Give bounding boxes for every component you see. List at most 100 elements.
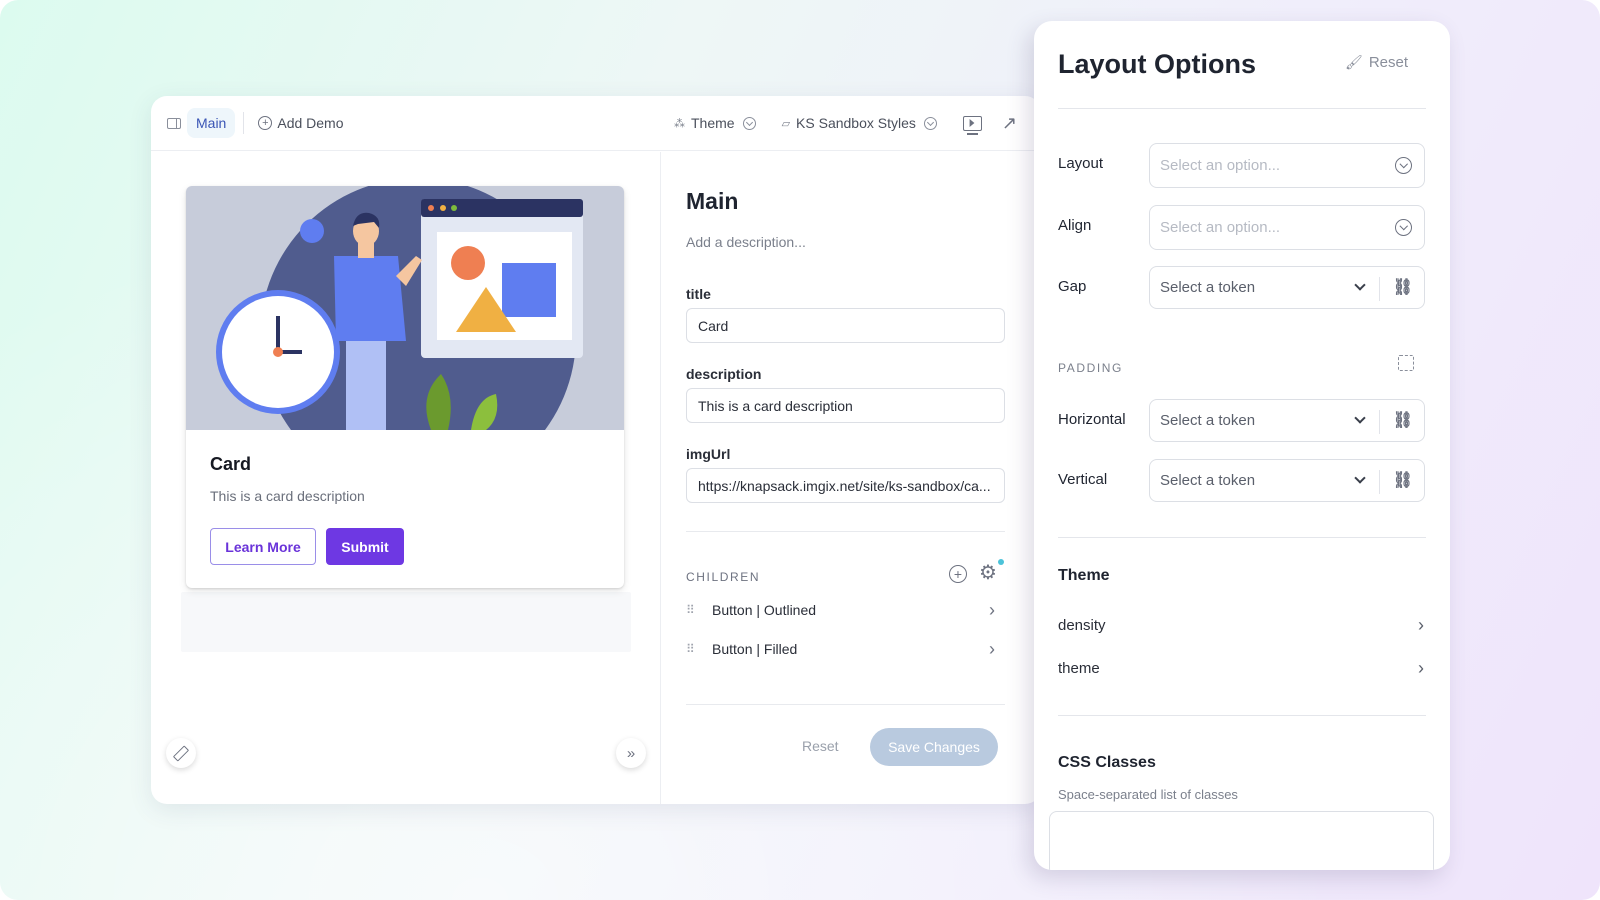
horizontal-value: Select a token (1160, 412, 1256, 429)
css-classes-input[interactable] (1049, 811, 1434, 870)
properties-title: Main (686, 188, 739, 214)
gap-value: Select a token (1160, 279, 1256, 296)
divider (1379, 277, 1380, 301)
divider (1058, 537, 1426, 538)
card-shadow-area (181, 592, 631, 652)
vertical-value: Select a token (1160, 472, 1256, 489)
tab-main[interactable]: Main (187, 108, 236, 138)
row-label: theme (1058, 660, 1100, 677)
theme-section-header: Theme (1058, 567, 1110, 584)
preview-canvas: Card This is a card description Learn Mo… (151, 152, 661, 804)
chevron-right-icon: › (989, 638, 995, 659)
divider (1379, 410, 1380, 434)
card-illustration (186, 186, 624, 430)
child-item[interactable]: ⠿ Button | Outlined › (686, 598, 1005, 622)
top-toolbar: Main + Add Demo ⁂ Theme ▱ KS Sandbox Sty… (151, 96, 1041, 151)
align-placeholder: Select an option... (1160, 219, 1281, 236)
field-label-description: description (686, 366, 762, 382)
children-header: CHILDREN (686, 570, 761, 584)
layout-label: Layout (1058, 155, 1104, 172)
description-input[interactable]: This is a card description (686, 388, 1005, 423)
add-demo-label: Add Demo (277, 115, 344, 131)
add-demo-button[interactable]: + Add Demo (258, 115, 344, 131)
layout-reset-button[interactable]: 🖌 Reset (1345, 54, 1408, 71)
chevron-right-icon: › (1418, 658, 1424, 678)
card-title: Card (210, 454, 252, 474)
padding-sides-icon[interactable] (1398, 355, 1414, 371)
layout-options-title: Layout Options (1058, 49, 1256, 79)
chevron-down-icon (923, 116, 937, 130)
padding-header: PADDING (1058, 361, 1123, 375)
reset-label: Reset (1368, 54, 1408, 71)
layout-options-panel: Layout Options 🖌 Reset Layout Select an … (1034, 21, 1450, 870)
gap-token-select[interactable]: Select a token ⛓ (1149, 266, 1425, 309)
paint-icon: ▱ (781, 117, 791, 130)
brush-icon: 🖌 (1345, 54, 1363, 70)
title-input[interactable]: Card (686, 308, 1005, 343)
reset-button[interactable]: Reset (802, 738, 839, 754)
gear-icon[interactable]: ⚙ (979, 563, 997, 583)
present-icon[interactable] (962, 115, 982, 135)
theme-row-density[interactable]: density › (1058, 615, 1426, 636)
save-changes-button[interactable]: Save Changes (870, 728, 998, 766)
ruler-button[interactable] (166, 738, 196, 768)
chevron-down-icon (742, 116, 756, 130)
add-child-icon[interactable]: + (949, 565, 967, 583)
horizontal-token-select[interactable]: Select a token ⛓ (1149, 399, 1425, 442)
gap-label: Gap (1058, 278, 1087, 295)
chevron-right-icon: › (1418, 615, 1424, 635)
divider (243, 112, 245, 134)
plus-circle-icon: + (258, 116, 273, 130)
theme-icon: ⁂ (674, 117, 685, 130)
ruler-icon (172, 744, 190, 762)
field-label-title: title (686, 286, 711, 302)
layout-placeholder: Select an option... (1160, 157, 1281, 174)
chevron-down-circle-icon (1395, 219, 1412, 236)
drag-handle-icon[interactable]: ⠿ (686, 604, 696, 616)
card-component: Card This is a card description Learn Mo… (186, 186, 624, 588)
unlink-icon[interactable]: ⛓ (1393, 470, 1413, 490)
divider (686, 531, 1005, 532)
theme-row-theme[interactable]: theme › (1058, 658, 1426, 679)
divider (686, 704, 1005, 705)
unlink-icon[interactable]: ⛓ (1393, 410, 1413, 430)
learn-more-button[interactable]: Learn More (210, 528, 316, 565)
field-label-imgurl: imgUrl (686, 446, 731, 462)
notification-dot (998, 559, 1004, 565)
drag-handle-icon[interactable]: ⠿ (686, 643, 696, 655)
vertical-label: Vertical (1058, 471, 1108, 488)
divider (1058, 108, 1426, 109)
theme-label: Theme (691, 115, 735, 131)
expand-panel-button[interactable]: » (616, 738, 646, 768)
card-description: This is a card description (210, 488, 365, 504)
child-item[interactable]: ⠿ Button | Filled › (686, 637, 1005, 661)
divider (1379, 470, 1380, 494)
open-external-icon[interactable]: ↗ (1002, 113, 1017, 134)
chevron-down-circle-icon (1395, 157, 1412, 174)
description-placeholder[interactable]: Add a description... (686, 234, 806, 250)
editor-window: Main + Add Demo ⁂ Theme ▱ KS Sandbox Sty… (151, 96, 1041, 804)
chevron-down-icon (1354, 412, 1366, 424)
horizontal-label: Horizontal (1058, 411, 1126, 428)
css-classes-header: CSS Classes (1058, 754, 1156, 771)
child-label: Button | Filled (712, 641, 798, 657)
unlink-icon[interactable]: ⛓ (1393, 277, 1413, 297)
vertical-token-select[interactable]: Select a token ⛓ (1149, 459, 1425, 502)
chevron-right-icon: › (989, 599, 995, 620)
layout-select[interactable]: Select an option... (1149, 143, 1425, 188)
imgurl-input[interactable]: https://knapsack.imgix.net/site/ks-sandb… (686, 468, 1005, 503)
double-chevron-right-icon: » (626, 744, 636, 762)
chevron-down-icon (1354, 279, 1366, 291)
row-label: density (1058, 617, 1106, 634)
align-select[interactable]: Select an option... (1149, 205, 1425, 250)
sidebar-toggle-icon[interactable] (167, 117, 181, 129)
submit-button[interactable]: Submit (326, 528, 404, 565)
child-label: Button | Outlined (712, 602, 817, 618)
theme-dropdown[interactable]: ⁂ Theme (674, 115, 756, 131)
chevron-down-icon (1354, 472, 1366, 484)
styles-dropdown[interactable]: ▱ KS Sandbox Styles (782, 115, 937, 131)
align-label: Align (1058, 217, 1092, 234)
divider (1058, 715, 1426, 716)
styles-label: KS Sandbox Styles (796, 115, 916, 131)
properties-panel: Main Add a description... title Card des… (662, 152, 1041, 804)
